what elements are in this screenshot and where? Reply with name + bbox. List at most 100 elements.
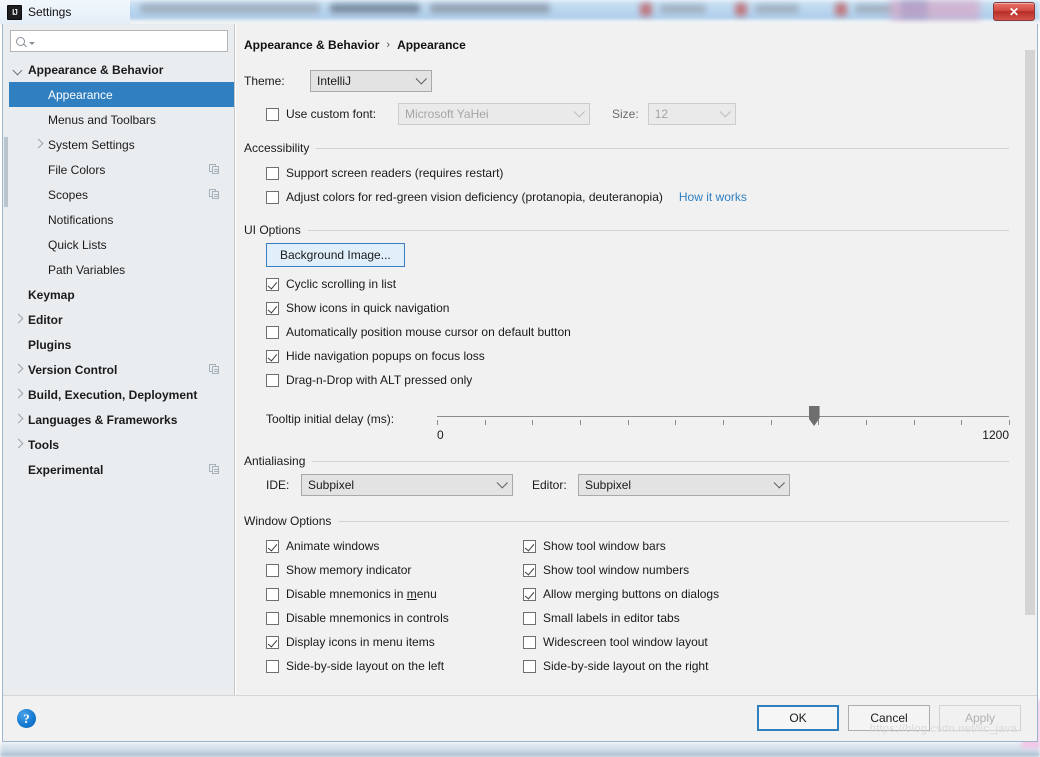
sidebar-item-appearance[interactable]: Appearance — [3, 82, 234, 107]
ui-options-checkbox-list: Cyclic scrolling in list Show icons in qu… — [266, 272, 1009, 392]
checkbox-label: Show tool window bars — [543, 539, 666, 553]
checkbox-show-icons-in-quick-navigation[interactable]: Show icons in quick navigation — [266, 296, 1009, 320]
sidebar-item-version-control[interactable]: Version Control — [3, 357, 234, 382]
dialog-action-buttons: OK Cancel Apply — [757, 705, 1021, 731]
sidebar-item-label: Menus and Toolbars — [48, 112, 156, 127]
sidebar-item-languages-frameworks[interactable]: Languages & Frameworks — [3, 407, 234, 432]
settings-tree: Appearance & Behavior Appearance Menus and… — [3, 55, 234, 695]
chevron-down-icon[interactable] — [13, 64, 24, 75]
ok-button[interactable]: OK — [757, 705, 839, 731]
checkbox-box — [266, 635, 279, 649]
checkbox-show-memory-indicator[interactable]: Show memory indicator — [266, 558, 523, 582]
breadcrumb-parent[interactable]: Appearance & Behavior — [244, 38, 379, 52]
chevron-down-icon — [413, 71, 431, 91]
chevron-right-icon[interactable] — [13, 364, 24, 375]
checkbox-hide-navigation-popups-on-focus-loss[interactable]: Hide navigation popups on focus loss — [266, 344, 1009, 368]
checkbox-disable-mnemonics-in-menu[interactable]: Disable mnemonics in menu — [266, 582, 523, 606]
sidebar-item-tools[interactable]: Tools — [3, 432, 234, 457]
group-divider — [312, 460, 1009, 462]
font-size-select[interactable]: 12 — [647, 103, 736, 125]
slider-min-label: 0 — [437, 428, 444, 442]
use-custom-font-checkbox[interactable]: Use custom font: — [266, 107, 398, 121]
group-divider — [338, 520, 1009, 522]
sidebar-item-label: Languages & Frameworks — [28, 412, 178, 427]
accessibility-options: Support screen readers (requires restart… — [244, 161, 1009, 209]
chevron-right-icon[interactable] — [13, 314, 24, 325]
sidebar-item-quick-lists[interactable]: Quick Lists — [3, 232, 234, 257]
checkbox-label: Cyclic scrolling in list — [286, 277, 397, 291]
checkbox-label: Hide navigation popups on focus loss — [286, 349, 485, 363]
chevron-down-icon — [771, 475, 789, 495]
checkbox-adjust-colors-for-red-green-vision-deficiency-protanopia-deuteranopia[interactable]: Adjust colors for red-green vision defic… — [266, 185, 1009, 209]
checkbox-show-tool-window-bars[interactable]: Show tool window bars — [523, 534, 1009, 558]
sidebar-item-label: Editor — [28, 312, 63, 327]
checkbox-label: Allow merging buttons on dialogs — [543, 587, 720, 601]
settings-content-pane: Appearance & Behavior › Appearance Theme… — [235, 24, 1037, 695]
checkbox-support-screen-readers-requires-restart[interactable]: Support screen readers (requires restart… — [266, 161, 1009, 185]
sidebar-item-menus-and-toolbars[interactable]: Menus and Toolbars — [3, 107, 234, 132]
checkbox-automatically-position-mouse-cursor-on-default-button[interactable]: Automatically position mouse cursor on d… — [266, 320, 1009, 344]
sidebar-item-file-colors[interactable]: File Colors — [3, 157, 234, 182]
sidebar-scrollbar[interactable] — [3, 51, 9, 695]
content-scrollbar-thumb[interactable] — [1025, 50, 1035, 615]
window-options-group-title: Window Options — [244, 514, 332, 528]
sidebar-item-keymap[interactable]: Keymap — [3, 282, 234, 307]
sidebar-item-label: Appearance & Behavior — [28, 62, 164, 77]
sidebar-item-system-settings[interactable]: System Settings — [3, 132, 234, 157]
checkbox-allow-merging-buttons-on-dialogs[interactable]: Allow merging buttons on dialogs — [523, 582, 1009, 606]
checkbox-box — [523, 659, 536, 673]
search-container — [3, 24, 234, 55]
window-options-columns: Animate windows Show memory indicator Disa… — [244, 534, 1009, 678]
chevron-right-icon[interactable] — [13, 439, 24, 450]
checkbox-box — [523, 611, 536, 625]
checkbox-box — [266, 373, 279, 387]
copy-settings-icon — [209, 464, 220, 475]
checkbox-show-tool-window-numbers[interactable]: Show tool window numbers — [523, 558, 1009, 582]
sidebar-item-editor[interactable]: Editor — [3, 307, 234, 332]
sidebar-item-label: Scopes — [48, 187, 89, 202]
ide-antialiasing-select[interactable]: Subpixel — [301, 474, 513, 496]
theme-select[interactable]: IntelliJ — [310, 70, 432, 92]
checkbox-widescreen-tool-window-layout[interactable]: Widescreen tool window layout — [523, 630, 1009, 654]
sidebar-item-scopes[interactable]: Scopes — [3, 182, 234, 207]
help-icon[interactable]: ? — [17, 709, 36, 728]
checkbox-animate-windows[interactable]: Animate windows — [266, 534, 523, 558]
antialiasing-row: IDE: Subpixel Editor: Subpixel — [244, 474, 1009, 496]
slider-track — [437, 416, 1009, 417]
checkbox-label: Display icons in menu items — [286, 635, 435, 649]
custom-font-select[interactable]: Microsoft YaHei — [398, 103, 590, 125]
checkbox-disable-mnemonics-in-controls[interactable]: Disable mnemonics in controls — [266, 606, 523, 630]
window-title: Settings — [28, 5, 72, 19]
chevron-right-icon[interactable] — [13, 414, 24, 425]
checkbox-label: Disable mnemonics in controls — [286, 611, 449, 625]
background-image-button[interactable]: Background Image... — [266, 243, 405, 267]
sidebar-item-plugins[interactable]: Plugins — [3, 332, 234, 357]
close-window-icon[interactable]: ✕ — [993, 2, 1035, 21]
content-scrollbar[interactable] — [1023, 24, 1037, 695]
checkbox-side-by-side-layout-on-the-left[interactable]: Side-by-side layout on the left — [266, 654, 523, 678]
sidebar-scrollbar-thumb[interactable] — [4, 137, 8, 207]
sidebar-item-experimental[interactable]: Experimental — [3, 457, 234, 482]
chevron-right-icon[interactable] — [33, 139, 44, 150]
search-input[interactable] — [38, 32, 227, 50]
editor-antialiasing-select[interactable]: Subpixel — [578, 474, 790, 496]
sidebar-item-build-execution-deployment[interactable]: Build, Execution, Deployment — [3, 382, 234, 407]
intellij-logo-icon: IJ — [7, 4, 22, 20]
checkbox-display-icons-in-menu-items[interactable]: Display icons in menu items — [266, 630, 523, 654]
checkbox-small-labels-in-editor-tabs[interactable]: Small labels in editor tabs — [523, 606, 1009, 630]
how-it-works-link[interactable]: How it works — [679, 190, 747, 204]
checkbox-drag-n-drop-with-alt-pressed-only[interactable]: Drag-n-Drop with ALT pressed only — [266, 368, 1009, 392]
checkbox-cyclic-scrolling-in-list[interactable]: Cyclic scrolling in list — [266, 272, 1009, 296]
search-box[interactable] — [10, 30, 228, 52]
sidebar-item-path-variables[interactable]: Path Variables — [3, 257, 234, 282]
cancel-button[interactable]: Cancel — [848, 705, 930, 731]
sidebar-item-appearance-behavior[interactable]: Appearance & Behavior — [3, 57, 234, 82]
slider-range-labels: 0 1200 — [437, 428, 1009, 442]
chevron-right-icon[interactable] — [13, 389, 24, 400]
tooltip-delay-slider[interactable]: 0 1200 — [437, 402, 1010, 444]
sidebar-item-notifications[interactable]: Notifications — [3, 207, 234, 232]
use-custom-font-label: Use custom font: — [286, 107, 377, 121]
apply-button: Apply — [939, 705, 1021, 731]
checkbox-side-by-side-layout-on-the-right[interactable]: Side-by-side layout on the right — [523, 654, 1009, 678]
